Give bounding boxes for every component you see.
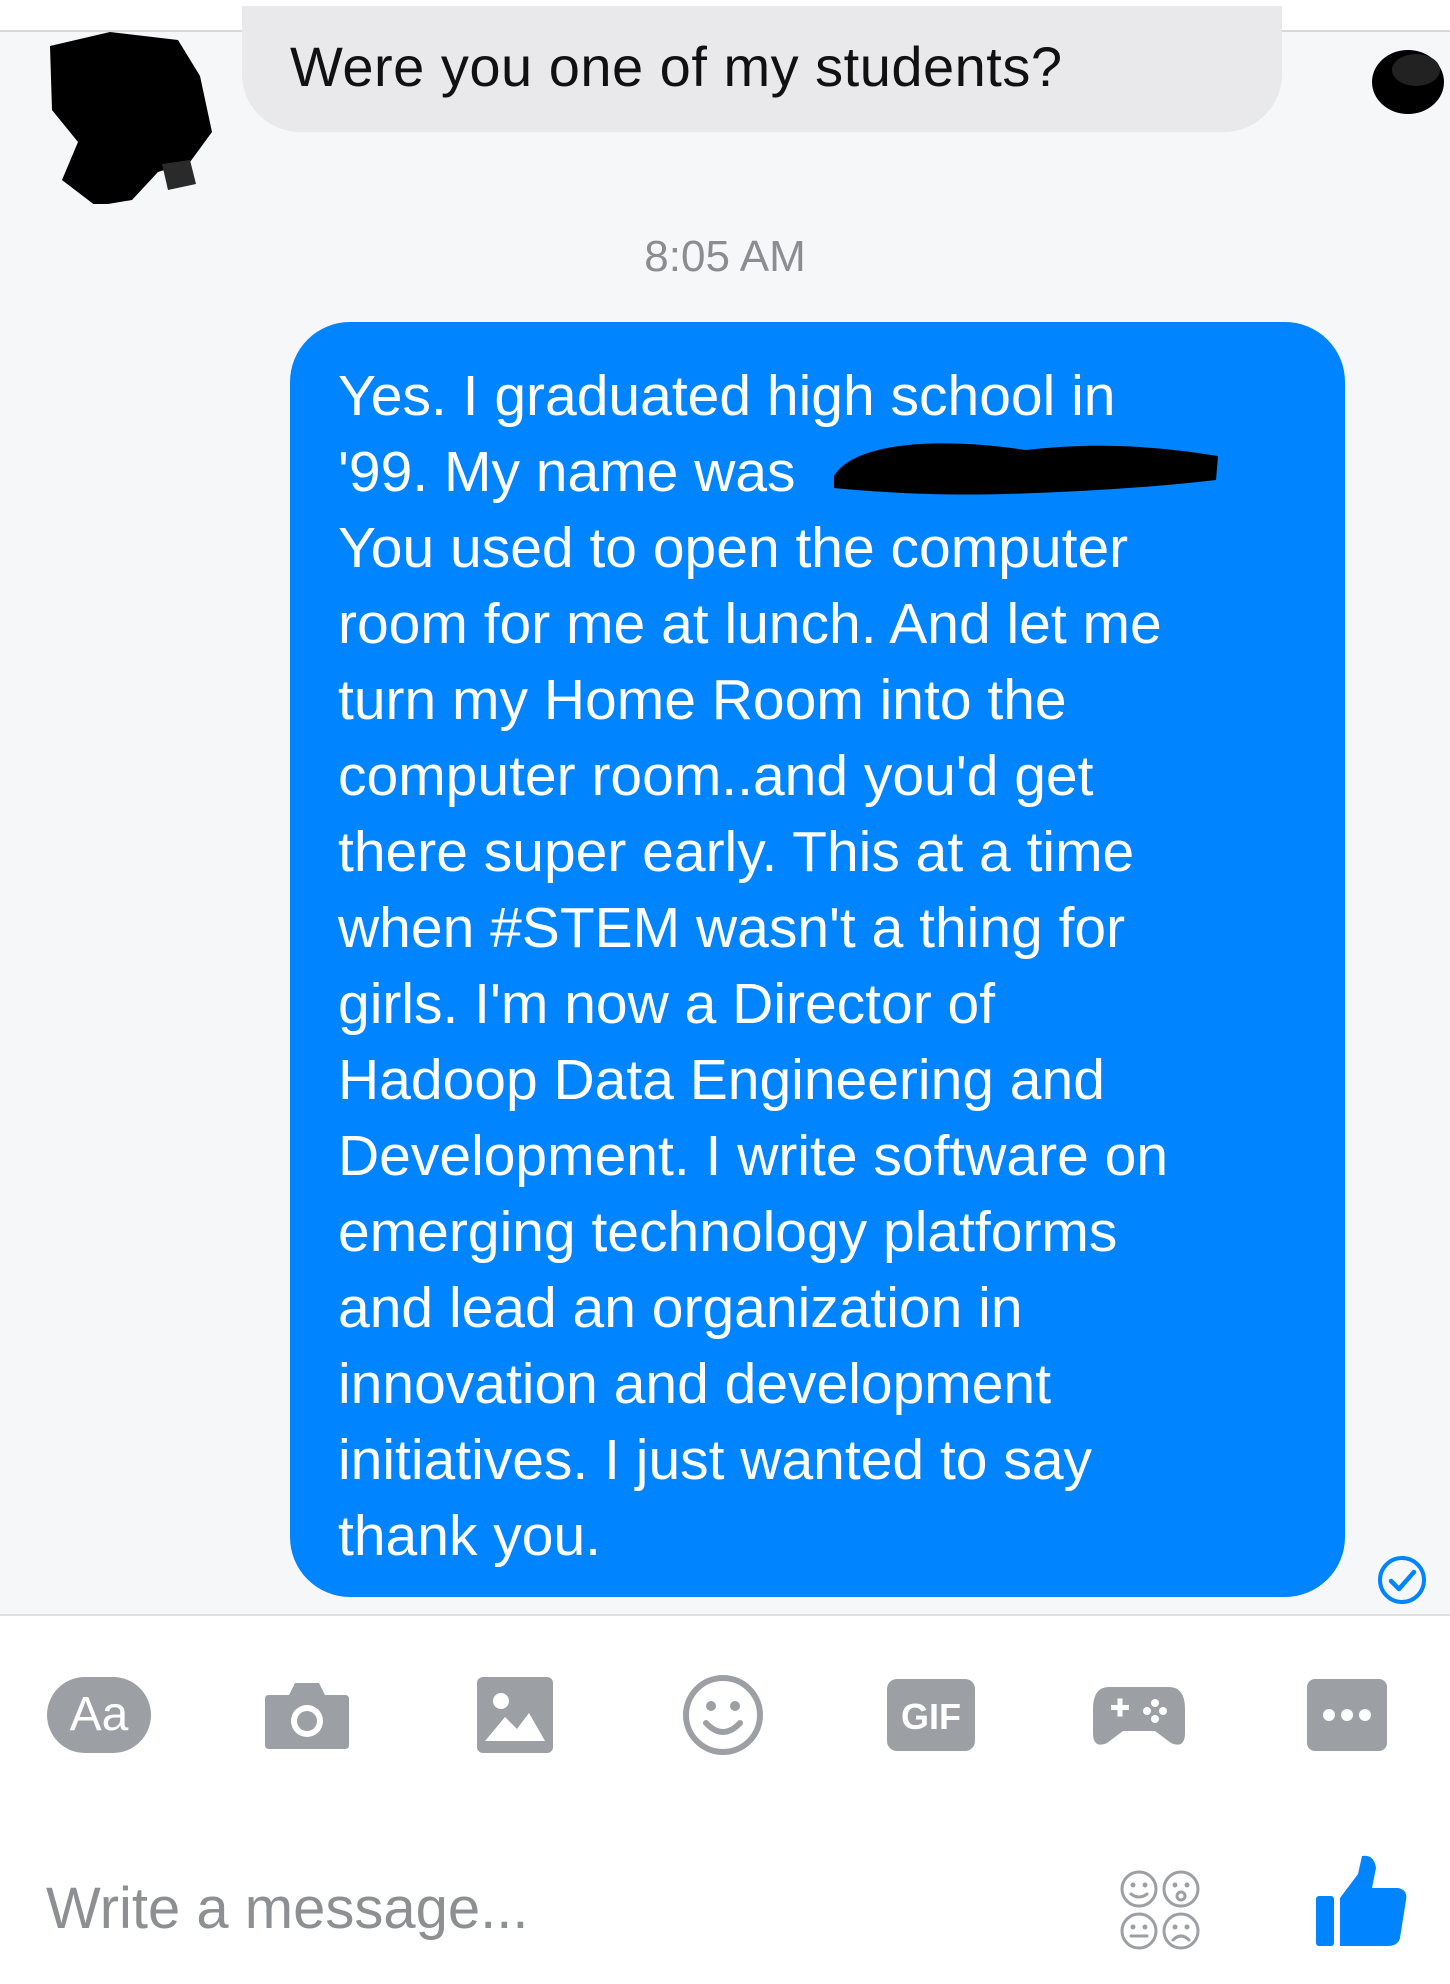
text-format-label: Aa <box>70 1688 129 1741</box>
message-line: initiatives. I just wanted to say <box>338 1428 1093 1492</box>
emoji-button[interactable] <box>668 1670 778 1760</box>
message-line: You used to open the computer <box>338 516 1129 580</box>
message-timestamp: 8:05 AM <box>644 232 806 281</box>
delivered-check-icon <box>1378 1556 1426 1604</box>
incoming-message-text: Were you one of my students? <box>290 35 1063 98</box>
game-controller-icon <box>1093 1687 1185 1745</box>
emoji-icon <box>683 1675 763 1755</box>
message-line: Hadoop Data Engineering and <box>338 1048 1105 1112</box>
message-line: thank you. <box>338 1504 602 1568</box>
message-line: Yes. I graduated high school in <box>338 364 1116 428</box>
like-thumbs-up-icon[interactable] <box>1310 1852 1410 1952</box>
seen-avatar-redacted <box>1372 50 1444 114</box>
gif-label: GIF <box>901 1696 961 1737</box>
outgoing-message-bubble[interactable]: Yes. I graduated high school in '99. My … <box>290 322 1345 1597</box>
message-line: there super early. This at a time <box>338 820 1135 884</box>
message-line: innovation and development <box>338 1352 1052 1416</box>
more-icon <box>1307 1679 1387 1751</box>
emoji-picker-icon[interactable] <box>1118 1868 1202 1952</box>
message-line: when #STEM wasn't a thing for <box>338 896 1126 960</box>
gif-button[interactable]: GIF <box>876 1670 986 1760</box>
gallery-button[interactable] <box>460 1670 570 1760</box>
message-line: girls. I'm now a Director of <box>338 972 996 1036</box>
name-redaction-mark <box>834 443 1218 495</box>
camera-button[interactable] <box>252 1670 362 1760</box>
camera-icon <box>265 1683 349 1749</box>
message-line: computer room..and you'd get <box>338 744 1094 808</box>
message-line: room for me at lunch. And let me <box>338 592 1162 656</box>
image-icon <box>477 1677 553 1753</box>
text-format-button[interactable]: Aa <box>44 1670 154 1760</box>
message-line: Development. I write software on <box>338 1124 1169 1188</box>
gif-icon: GIF <box>887 1679 975 1751</box>
composer-divider <box>0 1614 1450 1616</box>
more-button[interactable] <box>1292 1670 1402 1760</box>
message-line: and lead an organization in <box>338 1276 1023 1340</box>
conversation-thread: Were you one of my students? 8:05 AM Yes… <box>0 0 1450 1615</box>
incoming-message-bubble[interactable]: Were you one of my students? <box>242 6 1282 132</box>
message-line: emerging technology platforms <box>338 1200 1118 1264</box>
message-line: turn my Home Room into the <box>338 668 1067 732</box>
sender-avatar-redacted[interactable] <box>40 24 220 204</box>
text-format-icon: Aa <box>47 1677 151 1753</box>
games-button[interactable] <box>1084 1670 1194 1760</box>
message-input[interactable] <box>46 1868 946 1948</box>
